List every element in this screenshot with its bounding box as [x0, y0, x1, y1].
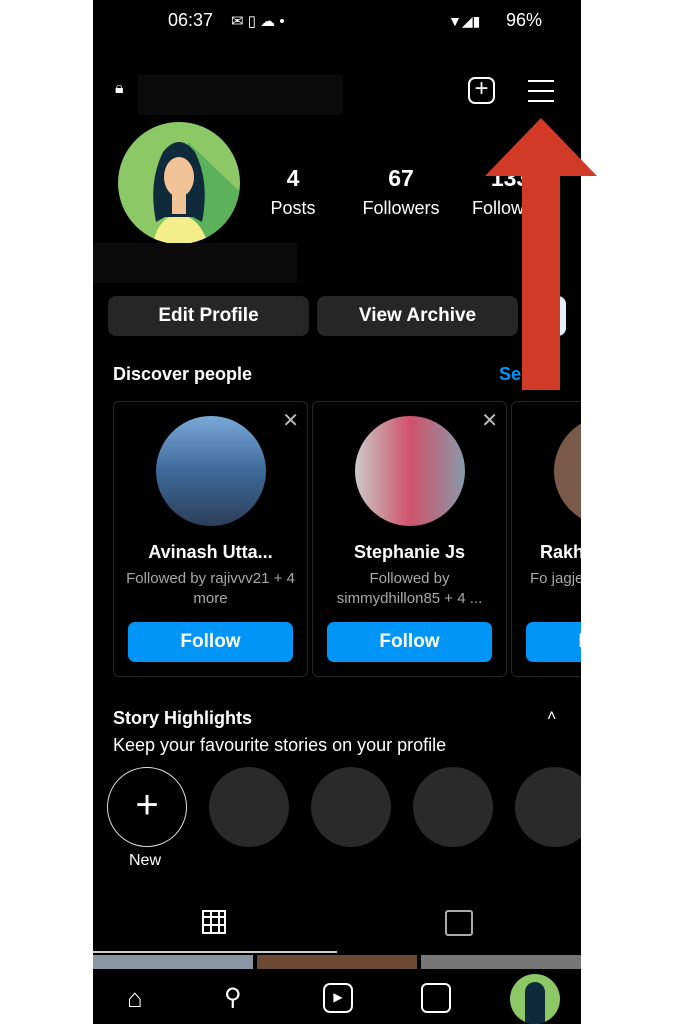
red-arrow-annotation — [485, 118, 597, 390]
